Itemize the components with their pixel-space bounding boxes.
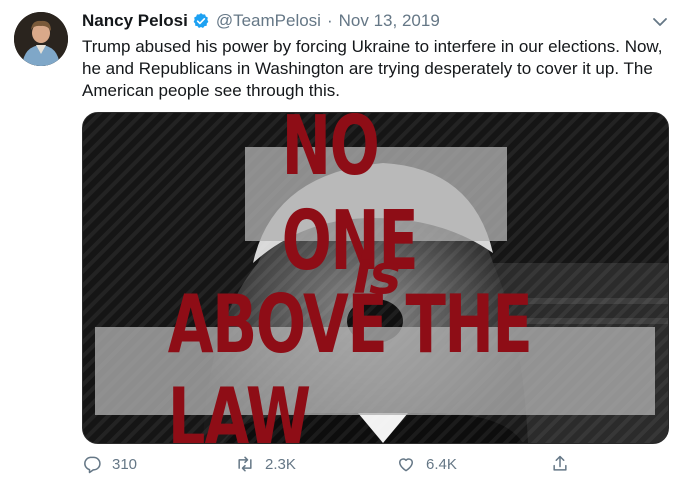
retweet-button[interactable]: 2.3K (235, 452, 296, 476)
reply-button[interactable]: 310 (82, 452, 137, 476)
share-button[interactable] (550, 452, 580, 476)
reply-count: 310 (112, 455, 138, 473)
retweet-icon (238, 456, 252, 472)
chevron-down-icon[interactable] (651, 15, 669, 29)
reply-icon (84, 456, 101, 474)
like-count: 6.4K (426, 455, 457, 473)
tweet-image[interactable]: NO ONE is ABOVE THE LAW (82, 112, 669, 444)
tweet-header: Nancy Pelosi @TeamPelosi · Nov 13, 2019 (82, 10, 669, 32)
author-name[interactable]: Nancy Pelosi (82, 11, 188, 31)
poster-line-no-one: NO ONE (245, 113, 507, 289)
tweet-date[interactable]: Nov 13, 2019 (339, 11, 440, 31)
tweet-text: Trump abused his power by forcing Ukrain… (82, 37, 663, 100)
verified-badge-icon (192, 12, 210, 30)
author-handle[interactable]: @TeamPelosi (216, 11, 321, 31)
poster-text-above-the-law: ABOVE THE LAW (167, 278, 533, 444)
tweet-card[interactable]: Nancy Pelosi @TeamPelosi · Nov 13, 2019 … (0, 0, 683, 487)
tweet-actions: 310 2.3K 6.4K (82, 452, 602, 476)
retweet-count: 2.3K (265, 455, 296, 473)
like-icon (399, 458, 413, 472)
like-button[interactable]: 6.4K (396, 452, 457, 476)
poster-line-above-the-law: ABOVE THE LAW (95, 278, 655, 443)
share-icon (553, 455, 567, 471)
avatar[interactable] (14, 12, 68, 66)
separator-dot: · (326, 11, 333, 30)
